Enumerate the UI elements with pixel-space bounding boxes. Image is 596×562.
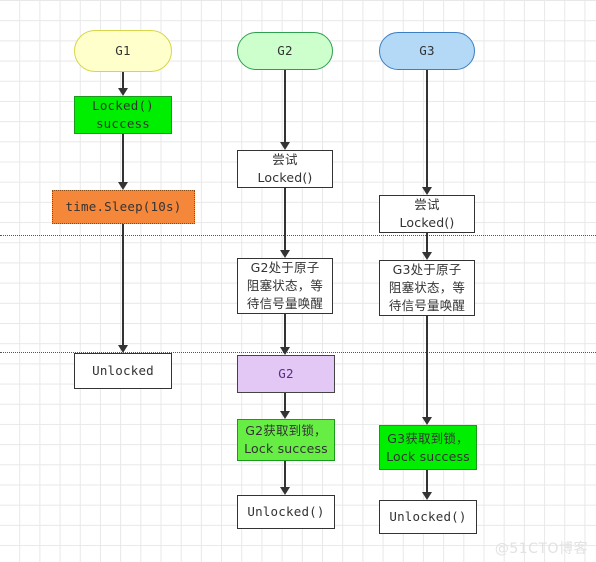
arrowhead-e-g1-1 xyxy=(118,88,128,96)
node-g3-block[interactable]: G3处于原子 阻塞状态，等 待信号量唤醒 xyxy=(379,260,475,316)
node-g2-wake[interactable]: G2 xyxy=(237,355,335,393)
connector-e-g2-4 xyxy=(284,393,286,413)
phase-separator-1 xyxy=(0,235,596,236)
node-g3-unlocked[interactable]: Unlocked() xyxy=(379,500,477,534)
node-g3-try[interactable]: 尝试 Locked() xyxy=(379,195,475,233)
arrowhead-e-g2-4 xyxy=(280,411,290,419)
node-g1-locked[interactable]: Locked() success xyxy=(74,96,172,134)
node-g3-acquired[interactable]: G3获取到锁， Lock success xyxy=(379,425,477,470)
arrowhead-e-g3-4 xyxy=(422,492,432,500)
connector-e-g3-4 xyxy=(426,470,428,494)
connector-e-g3-1 xyxy=(426,70,428,189)
watermark: @51CTO博客 xyxy=(494,541,588,557)
diagram-canvas: G1 Locked() success time.Sleep(10s) Unlocke… xyxy=(0,0,596,562)
connector-e-g2-3 xyxy=(284,314,286,349)
node-g2-block[interactable]: G2处于原子 阻塞状态，等 待信号量唤醒 xyxy=(237,258,333,314)
node-g2-unlocked[interactable]: Unlocked() xyxy=(237,495,335,529)
arrowhead-e-g1-3 xyxy=(118,345,128,353)
connector-e-g3-2 xyxy=(426,233,428,254)
arrowhead-e-g3-1 xyxy=(422,187,432,195)
node-g1-unlocked[interactable]: Unlocked xyxy=(74,353,172,389)
node-g2-acquired[interactable]: G2获取到锁， Lock success xyxy=(237,419,335,461)
node-g1-sleep[interactable]: time.Sleep(10s) xyxy=(52,190,195,224)
arrowhead-e-g2-1 xyxy=(280,142,290,150)
arrowhead-e-g2-5 xyxy=(280,487,290,495)
arrowhead-e-g1-2 xyxy=(118,182,128,190)
connector-e-g2-5 xyxy=(284,461,286,489)
node-g2-try[interactable]: 尝试 Locked() xyxy=(237,150,333,188)
arrowhead-e-g3-3 xyxy=(422,417,432,425)
connector-e-g3-3 xyxy=(426,316,428,419)
arrowhead-e-g3-2 xyxy=(422,252,432,260)
connector-e-g1-3 xyxy=(122,224,124,347)
node-g2-start[interactable]: G2 xyxy=(237,32,333,70)
node-g3-start[interactable]: G3 xyxy=(379,32,475,70)
arrowhead-e-g2-2 xyxy=(280,250,290,258)
connector-e-g1-2 xyxy=(122,134,124,184)
node-g1-start[interactable]: G1 xyxy=(74,30,172,72)
arrowhead-e-g2-3 xyxy=(280,347,290,355)
connector-e-g2-1 xyxy=(284,70,286,144)
connector-e-g2-2 xyxy=(284,188,286,252)
